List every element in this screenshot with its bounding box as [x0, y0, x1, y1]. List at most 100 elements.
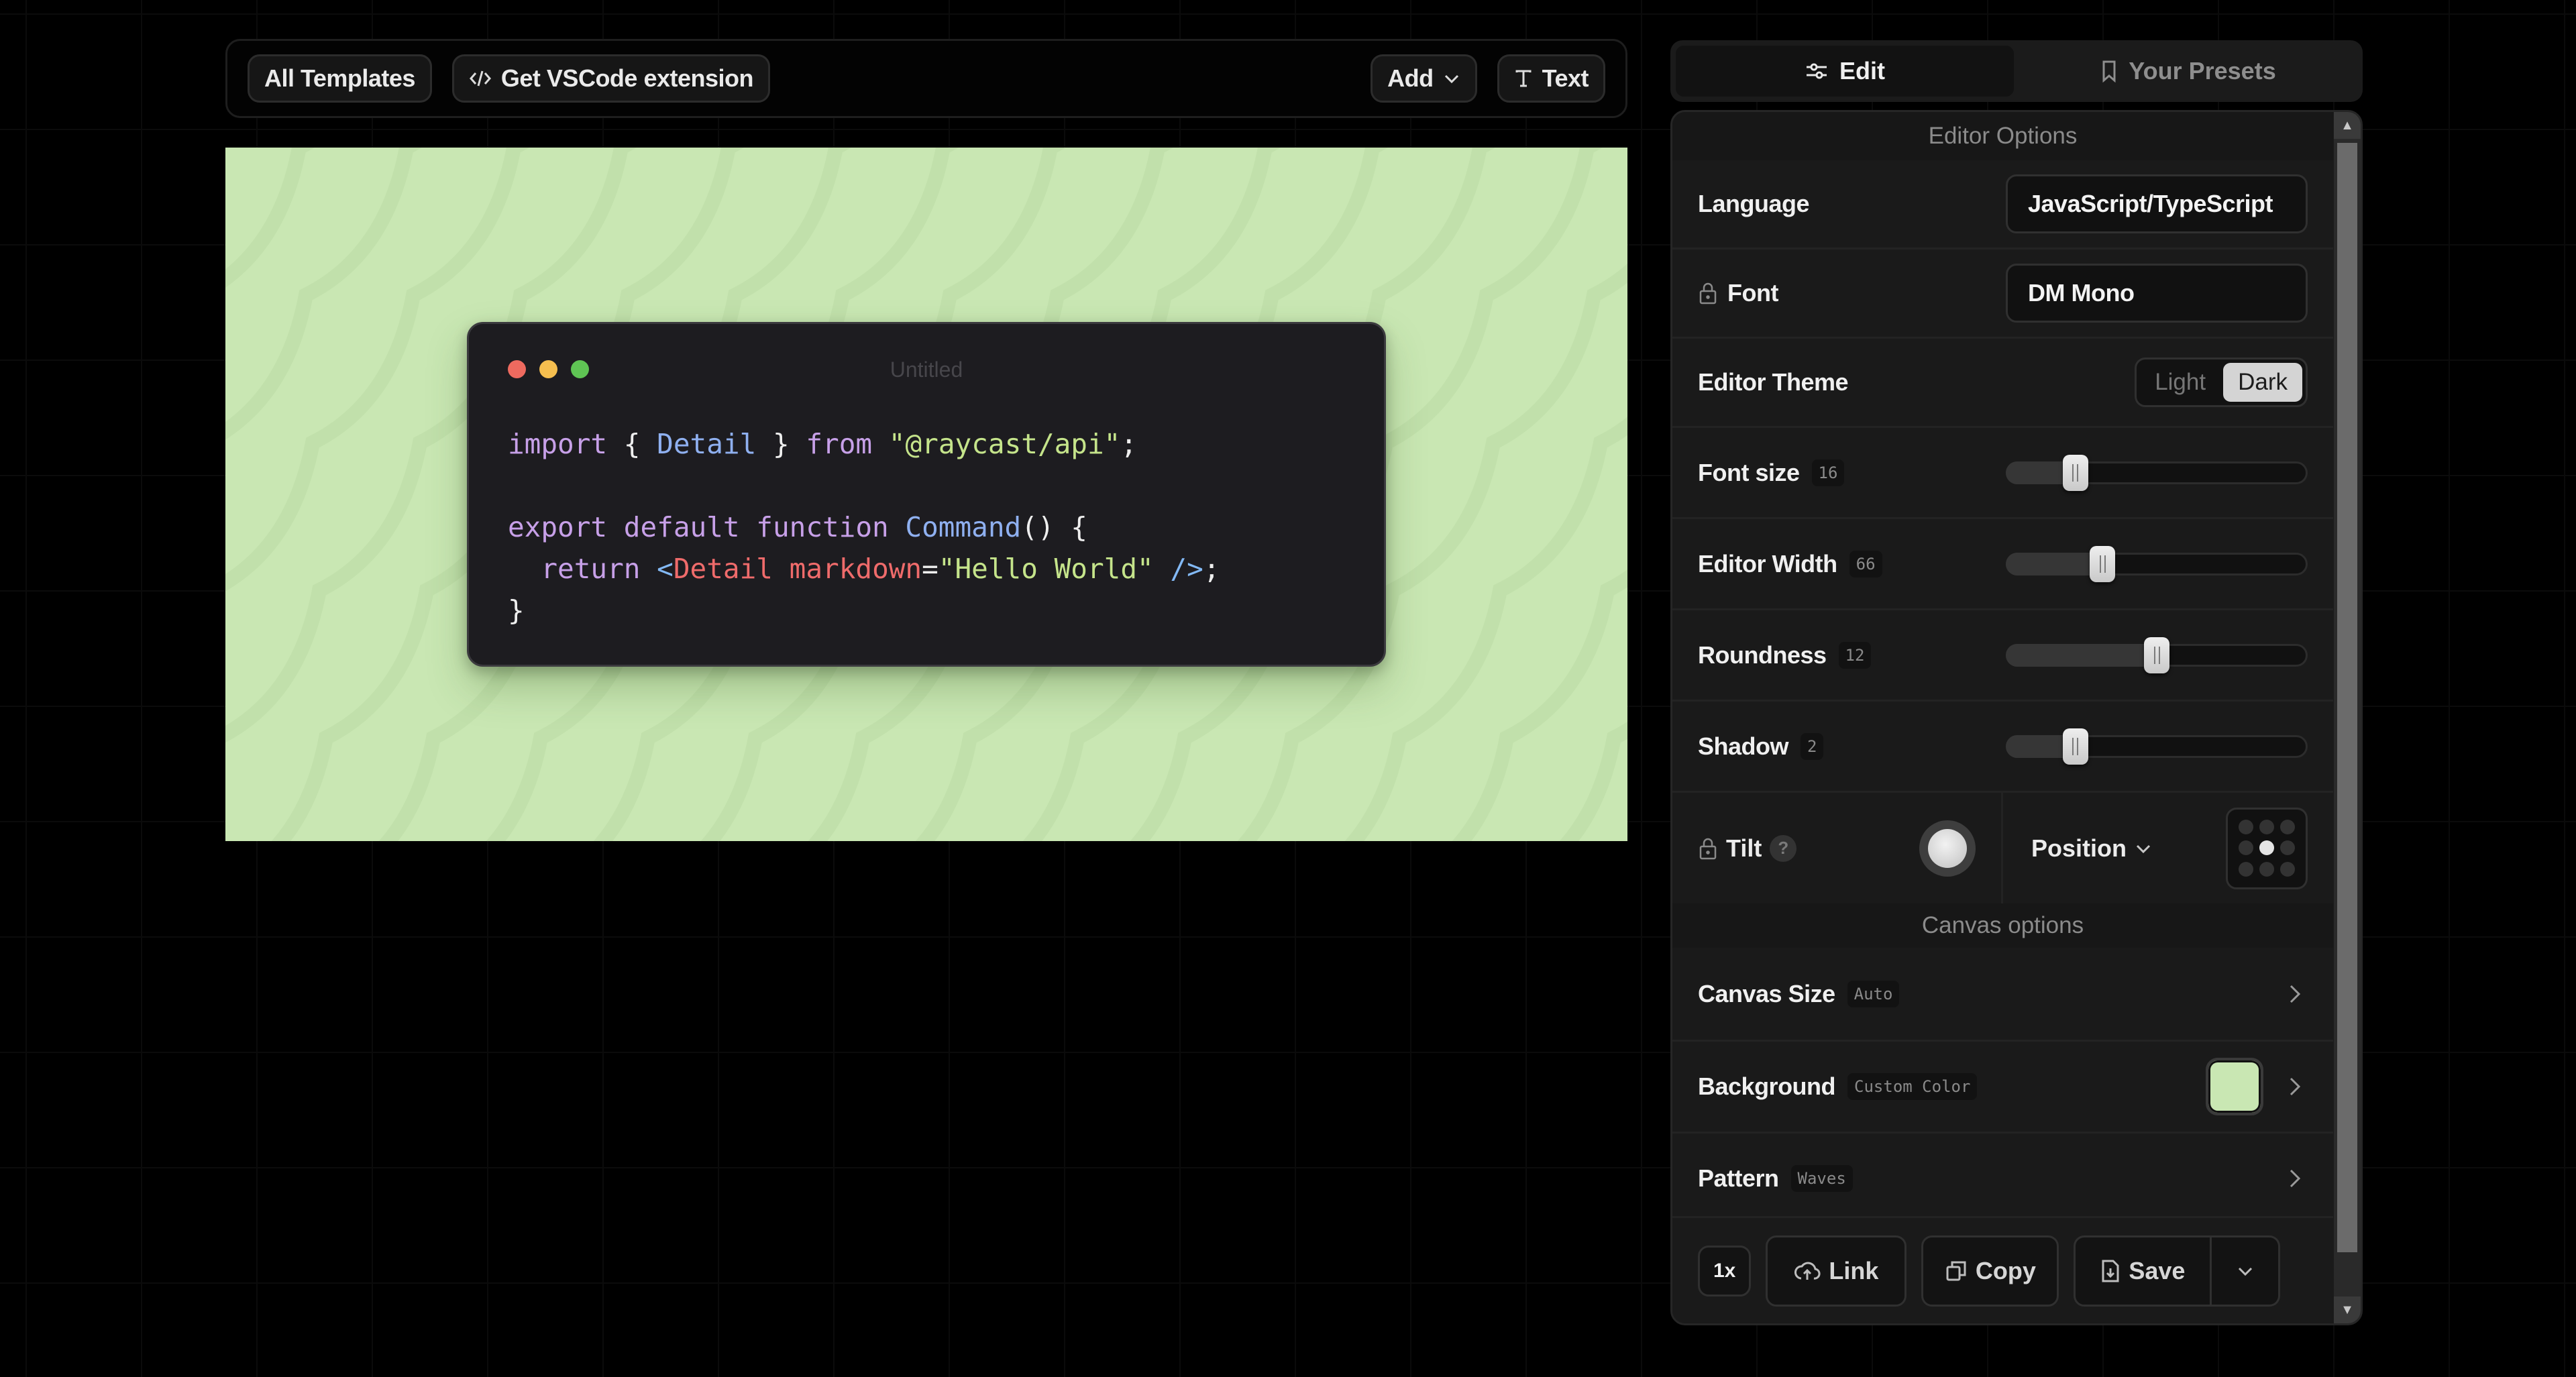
- tab-edit[interactable]: Edit: [1676, 46, 2014, 97]
- panel-scrollbar[interactable]: ▲ ▼: [2334, 112, 2361, 1323]
- position-top-left[interactable]: [2238, 820, 2253, 835]
- settings-panel: Editor Options Language JavaScript/TypeS…: [1670, 110, 2363, 1325]
- export-scale-button[interactable]: 1x: [1698, 1245, 1752, 1297]
- export-footer: 1x Link Copy Save: [1672, 1216, 2333, 1323]
- tab-edit-label: Edit: [1839, 57, 1885, 85]
- save-options-button[interactable]: [2212, 1235, 2281, 1307]
- save-button[interactable]: Save: [2074, 1235, 2212, 1307]
- code-line: import { Detail } from "@raycast/api";: [508, 423, 1220, 465]
- save-label: Save: [2129, 1256, 2186, 1284]
- theme-dark-option[interactable]: Dark: [2223, 363, 2302, 402]
- scrollbar-thumb[interactable]: [2337, 143, 2357, 1252]
- editor-options-header: Editor Options: [1672, 112, 2333, 160]
- font-select[interactable]: DM Mono: [2006, 264, 2308, 323]
- code-icon: [469, 70, 491, 87]
- slider-fill: [2006, 643, 2157, 667]
- background-row[interactable]: Background Custom Color: [1672, 1040, 2333, 1132]
- code-line: export default function Command() {: [508, 506, 1220, 548]
- code-token: Command: [905, 511, 1022, 543]
- text-icon: [1515, 70, 1532, 87]
- position-top-center[interactable]: [2259, 820, 2274, 835]
- chevron-right-icon[interactable]: [2281, 1073, 2308, 1100]
- theme-toggle: Light Dark: [2135, 357, 2308, 407]
- background-label: Background: [1698, 1072, 1836, 1100]
- lock-icon[interactable]: [1698, 836, 1718, 861]
- slider-thumb[interactable]: [2062, 728, 2088, 765]
- font-label-group: Font: [1698, 279, 1778, 307]
- font-size-slider[interactable]: [2006, 454, 2308, 491]
- scroll-down-arrow-icon[interactable]: ▼: [2334, 1297, 2361, 1323]
- code-token: Detail markdown: [673, 553, 922, 585]
- code-token: }: [756, 428, 806, 460]
- font-size-row: Font size 16: [1672, 426, 2333, 517]
- chevron-right-icon[interactable]: [2281, 981, 2308, 1007]
- tab-presets-label: Your Presets: [2129, 57, 2276, 85]
- window-title[interactable]: Untitled: [469, 357, 1384, 382]
- position-bottom-left[interactable]: [2238, 861, 2253, 877]
- image-canvas[interactable]: Untitled import { Detail } from "@raycas…: [225, 148, 1627, 841]
- slider-fill: [2006, 552, 2102, 575]
- editor-width-row: Editor Width 66: [1672, 517, 2333, 608]
- help-icon[interactable]: ?: [1770, 834, 1797, 862]
- code-editor[interactable]: import { Detail } from "@raycast/api"; ex…: [508, 423, 1220, 631]
- language-label: Language: [1698, 190, 1810, 217]
- position-middle-left[interactable]: [2238, 840, 2253, 856]
- chevron-right-icon[interactable]: [2281, 1165, 2308, 1192]
- tilt-knob[interactable]: [1919, 820, 1976, 877]
- pattern-row[interactable]: Pattern Waves: [1672, 1132, 2333, 1223]
- canvas-size-row[interactable]: Canvas Size Auto: [1672, 948, 2333, 1040]
- lock-icon[interactable]: [1698, 281, 1718, 305]
- copy-button[interactable]: Copy: [1921, 1235, 2059, 1307]
- code-window[interactable]: Untitled import { Detail } from "@raycas…: [467, 322, 1386, 667]
- shadow-label: Shadow: [1698, 732, 1789, 760]
- editor-theme-row: Editor Theme Light Dark: [1672, 337, 2333, 426]
- roundness-value: 12: [1838, 641, 1872, 669]
- background-color-swatch[interactable]: [2206, 1058, 2263, 1115]
- position-control: Position: [2003, 793, 2333, 903]
- chevron-down-icon[interactable]: [2133, 842, 2153, 855]
- slider-thumb[interactable]: [2062, 454, 2088, 491]
- copy-label: Copy: [1975, 1256, 2036, 1284]
- chevron-down-icon: [1444, 74, 1458, 84]
- position-middle-right[interactable]: [2280, 840, 2296, 856]
- language-select[interactable]: JavaScript/TypeScript: [2006, 174, 2308, 233]
- position-grid: [2226, 807, 2308, 889]
- link-button[interactable]: Link: [1766, 1235, 1907, 1307]
- code-token: import: [508, 428, 608, 460]
- code-token: ;: [1203, 553, 1220, 585]
- text-button[interactable]: Text: [1497, 54, 1605, 103]
- code-token: from: [806, 428, 873, 460]
- slider-thumb[interactable]: [2090, 545, 2115, 582]
- position-top-right[interactable]: [2280, 820, 2296, 835]
- settings-panel-body: Editor Options Language JavaScript/TypeS…: [1672, 112, 2333, 1323]
- position-bottom-center[interactable]: [2259, 861, 2274, 877]
- code-line: return <Detail markdown="Hello World" />…: [508, 548, 1220, 590]
- code-token: {: [607, 428, 657, 460]
- code-token: Detail: [657, 428, 757, 460]
- editor-width-slider[interactable]: [2006, 545, 2308, 582]
- add-button[interactable]: Add: [1371, 54, 1477, 103]
- scroll-up-arrow-icon[interactable]: ▲: [2334, 112, 2361, 139]
- roundness-label: Roundness: [1698, 641, 1827, 669]
- tab-your-presets[interactable]: Your Presets: [2019, 46, 2357, 97]
- position-bottom-right[interactable]: [2280, 861, 2296, 877]
- position-center[interactable]: [2259, 840, 2274, 856]
- code-token: =: [922, 553, 938, 585]
- slider-thumb[interactable]: [2144, 637, 2169, 673]
- theme-light-option[interactable]: Light: [2140, 363, 2220, 402]
- wave-stroke: [225, 148, 315, 288]
- position-label[interactable]: Position: [2031, 834, 2127, 863]
- all-templates-button[interactable]: All Templates: [248, 54, 432, 103]
- vscode-extension-button[interactable]: Get VSCode extension: [451, 54, 770, 103]
- bookmark-icon: [2102, 60, 2116, 82]
- shadow-slider[interactable]: [2006, 728, 2308, 765]
- wave-stroke: [1559, 721, 1627, 841]
- link-label: Link: [1829, 1256, 1879, 1284]
- file-download-icon: [2102, 1260, 2119, 1282]
- roundness-slider[interactable]: [2006, 637, 2308, 673]
- pattern-value: Waves: [1790, 1165, 1853, 1192]
- tilt-label: Tilt: [1726, 834, 1762, 862]
- canvas-options-header: Canvas options: [1672, 903, 2333, 948]
